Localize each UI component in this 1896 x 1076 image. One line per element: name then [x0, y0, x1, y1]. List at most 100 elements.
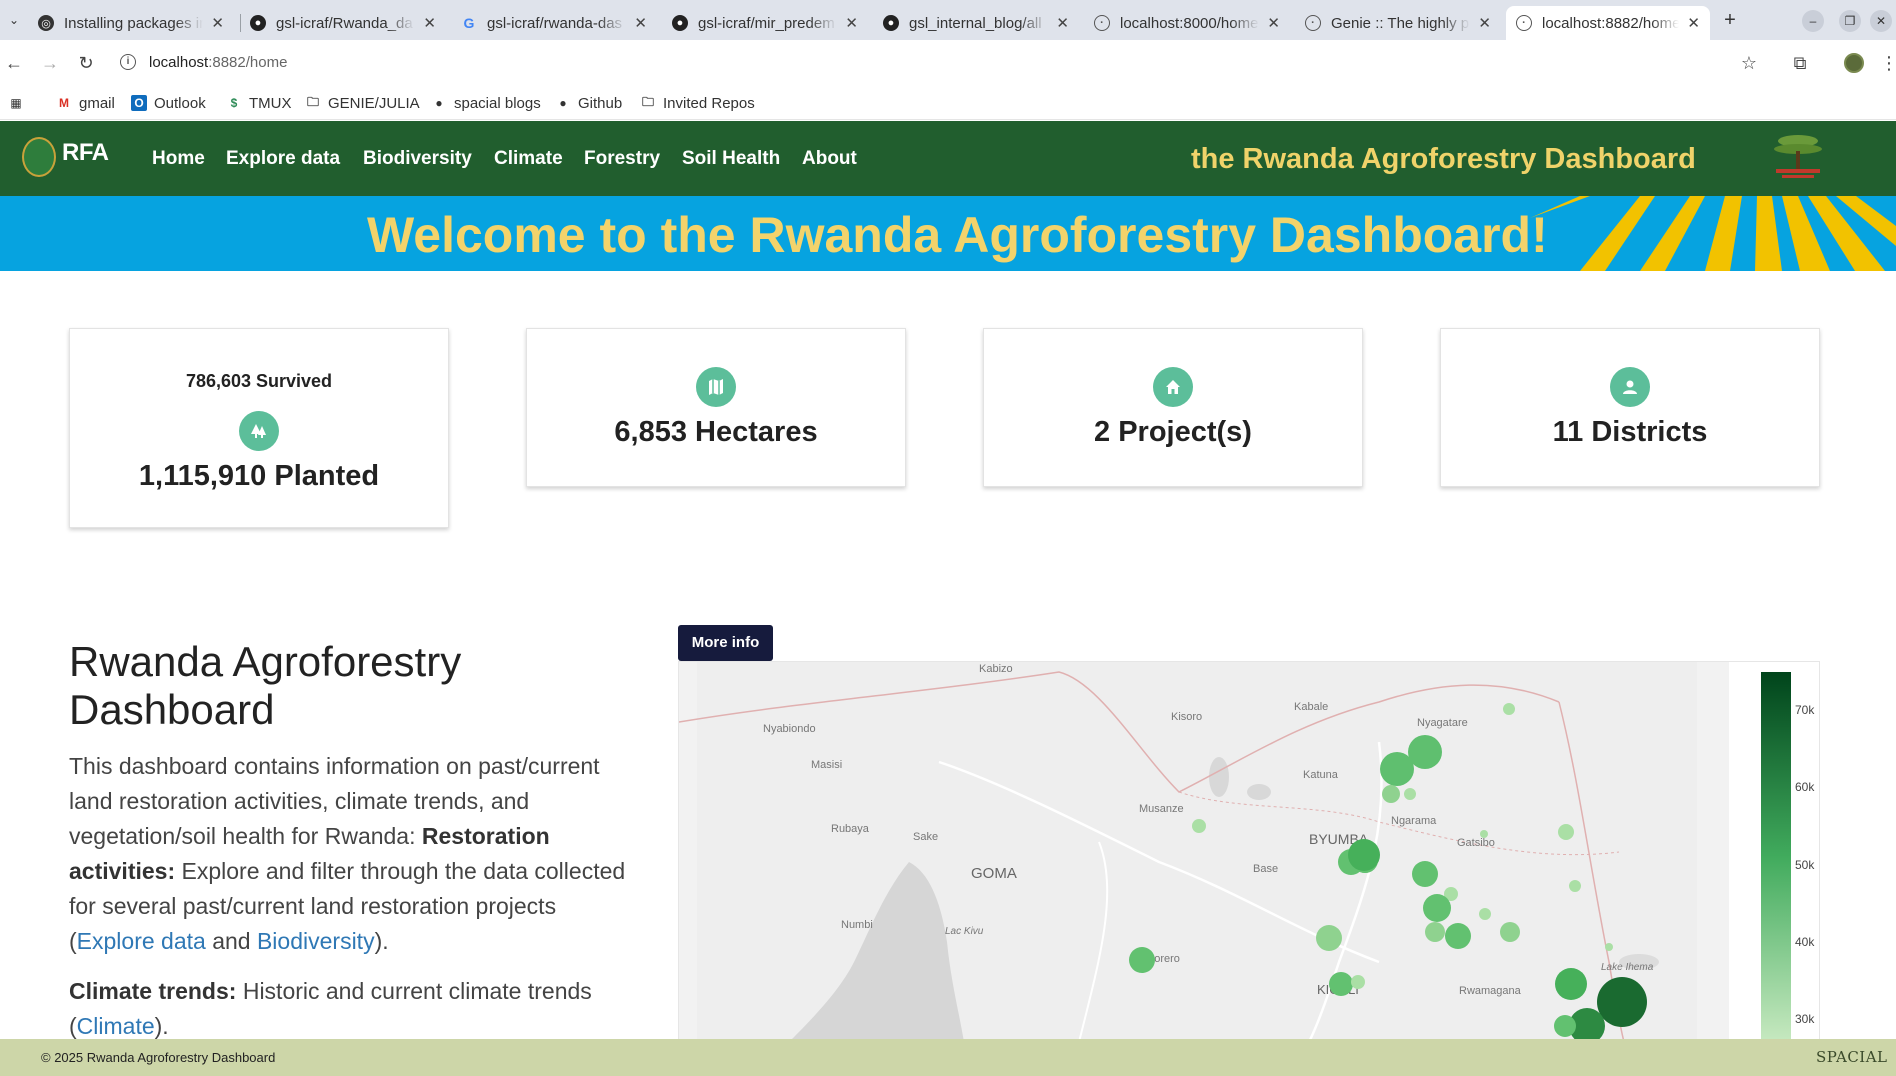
nav-biodiversity[interactable]: Biodiversity [363, 148, 472, 170]
map-marker[interactable] [1558, 824, 1574, 840]
colorbar-tick: 60k [1795, 780, 1815, 794]
browser-tab[interactable]: · Genie :: The highly p ✕ [1295, 6, 1501, 40]
bookmark-tmux[interactable]: $ TMUX [226, 92, 292, 114]
planted-count: 1,115,910 Planted [138, 460, 380, 492]
map-marker[interactable] [1192, 819, 1206, 833]
bookmark-folder-invited-repos[interactable]: 🗀 Invited Repos [640, 92, 755, 114]
stat-card-hectares: 6,853 Hectares [526, 328, 906, 487]
place-label: Rubaya [831, 823, 870, 835]
lake-water [1209, 757, 1229, 797]
google-icon: G [463, 15, 475, 31]
browser-tab[interactable]: ◎ Installing packages in ✕ [28, 6, 234, 40]
nav-climate[interactable]: Climate [494, 148, 563, 170]
biodiversity-link[interactable]: Biodiversity [257, 928, 375, 954]
new-tab-plus-icon[interactable]: + [1718, 8, 1742, 32]
stat-card-trees: 786,603 Survived 1,115,910 Planted [69, 328, 449, 528]
map-marker[interactable] [1404, 788, 1416, 800]
map-marker[interactable] [1605, 943, 1613, 951]
apps-grid-icon[interactable]: ▦ [8, 92, 31, 114]
browser-tab[interactable]: ● gsl_internal_blog/all ✕ [873, 6, 1079, 40]
map-marker[interactable] [1480, 830, 1488, 838]
colorbar-tick: 30k [1795, 1012, 1815, 1026]
map-marker[interactable] [1129, 947, 1155, 973]
map-marker[interactable] [1412, 861, 1438, 887]
browser-tab-active[interactable]: · localhost:8882/home ✕ [1506, 6, 1710, 40]
reload-icon[interactable]: ↻ [74, 51, 98, 75]
grid-icon: ▦ [10, 96, 22, 110]
close-tab-icon[interactable]: ✕ [634, 14, 647, 32]
place-label: Musanze [1139, 803, 1184, 815]
agroforestry-tree-icon [1774, 135, 1822, 178]
home-icon [1153, 367, 1193, 407]
browser-tab[interactable]: G gsl-icraf/rwanda-das ✕ [451, 6, 657, 40]
outlook-icon: O [131, 95, 147, 111]
close-window-icon[interactable]: ✕ [1870, 10, 1892, 32]
close-tab-icon[interactable]: ✕ [1687, 14, 1700, 32]
bookmarks-bar: ▦ Mgmail O Outlook $ TMUX 🗀 GENIE/JULIA ● sp… [0, 86, 1896, 120]
nav-soil-health[interactable]: Soil Health [682, 148, 780, 170]
map-marker[interactable] [1351, 975, 1365, 989]
map-canvas[interactable]: 70k 60k 50k 40k 30k Kabizo Kisoro Kabale… [679, 662, 1820, 1041]
map-marker[interactable] [1479, 908, 1491, 920]
bookmark-gmail[interactable]: Mgmail [56, 92, 115, 114]
map-marker[interactable] [1382, 785, 1400, 803]
close-tab-icon[interactable]: ✕ [211, 14, 224, 32]
map-marker[interactable] [1408, 735, 1442, 769]
rfa-logo[interactable]: RFA [22, 135, 122, 181]
place-label: Rwamagana [1459, 985, 1522, 997]
map-marker[interactable] [1500, 922, 1520, 942]
planting-map[interactable]: 70k 60k 50k 40k 30k Kabizo Kisoro Kabale… [678, 661, 1820, 1041]
map-marker[interactable] [1329, 972, 1353, 996]
bookmark-outlook[interactable]: O Outlook [131, 92, 206, 114]
place-label: Base [1253, 863, 1278, 875]
close-tab-icon[interactable]: ✕ [1478, 14, 1491, 32]
gmail-icon: M [59, 96, 69, 110]
map-marker[interactable] [1348, 839, 1380, 871]
map-marker[interactable] [1425, 922, 1445, 942]
url-bar[interactable]: i localhost:8882/home [112, 46, 1762, 80]
map-marker[interactable] [1316, 925, 1342, 951]
map-marker[interactable] [1423, 894, 1451, 922]
tab-search-chevron-icon[interactable]: ⌄ [4, 10, 24, 30]
kebab-menu-icon[interactable]: ⋮ [1878, 52, 1896, 74]
projects-count: 2 Project(s) [1094, 416, 1252, 448]
close-tab-icon[interactable]: ✕ [1267, 14, 1280, 32]
globe-icon: · [1305, 15, 1321, 31]
close-tab-icon[interactable]: ✕ [1056, 14, 1069, 32]
map-marker[interactable] [1503, 703, 1515, 715]
more-info-button[interactable]: More info [678, 625, 773, 661]
climate-paragraph: Climate trends: Historic and current cli… [69, 978, 592, 1039]
site-info-icon[interactable]: i [120, 54, 136, 70]
forward-arrow-icon[interactable]: → [38, 51, 62, 75]
explore-data-link[interactable]: Explore data [77, 928, 206, 954]
browser-tab[interactable]: ● gsl-icraf/mir_predem ✕ [662, 6, 868, 40]
bookmark-folder-genie[interactable]: 🗀 GENIE/JULIA [305, 92, 420, 114]
close-tab-icon[interactable]: ✕ [845, 14, 858, 32]
browser-tab[interactable]: ● gsl-icraf/Rwanda_da ✕ [240, 6, 446, 40]
browser-tab[interactable]: · localhost:8000/home ✕ [1084, 6, 1290, 40]
place-label: Sake [913, 831, 938, 843]
nav-about[interactable]: About [802, 148, 857, 170]
map-marker[interactable] [1445, 923, 1471, 949]
map-marker[interactable] [1554, 1015, 1576, 1037]
restore-window-icon[interactable]: ❐ [1839, 10, 1861, 32]
minimize-window-icon[interactable]: – [1802, 10, 1824, 32]
map-marker[interactable] [1555, 968, 1587, 1000]
climate-link[interactable]: Climate [77, 1013, 155, 1039]
close-tab-icon[interactable]: ✕ [423, 14, 436, 32]
bookmark-spacial-blogs[interactable]: ● spacial blogs [431, 92, 540, 114]
extensions-puzzle-icon[interactable]: ⧉ [1789, 52, 1811, 74]
map-marker[interactable] [1569, 880, 1581, 892]
url-text[interactable]: localhost:8882/home [149, 54, 287, 71]
bookmark-star-icon[interactable]: ☆ [1738, 52, 1760, 74]
back-arrow-icon[interactable]: ← [2, 51, 26, 75]
profile-avatar[interactable] [1844, 53, 1864, 73]
nav-explore-data[interactable]: Explore data [226, 148, 340, 170]
tmux-icon: $ [230, 96, 238, 110]
bookmark-github[interactable]: ● Github [555, 92, 622, 114]
dashboard-heading: Rwanda Agroforestry Dashboard [69, 638, 462, 733]
map-marker[interactable] [1597, 977, 1647, 1027]
welcome-heading: Welcome to the Rwanda Agroforestry Dashb… [367, 207, 1548, 263]
nav-forestry[interactable]: Forestry [584, 148, 660, 170]
nav-home[interactable]: Home [152, 148, 205, 170]
